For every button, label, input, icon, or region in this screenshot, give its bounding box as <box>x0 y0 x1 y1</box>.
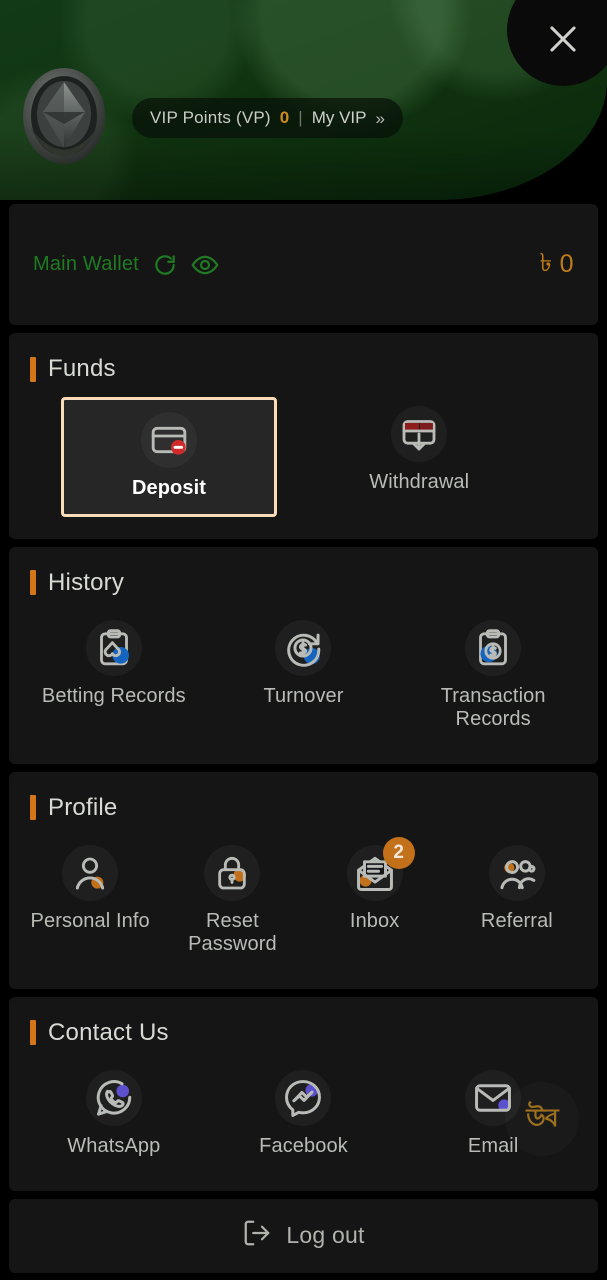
menu-item-label: Personal Info <box>30 909 150 932</box>
menu-item-label: Withdrawal <box>369 471 470 493</box>
close-icon <box>544 20 582 58</box>
menu-item-deposit[interactable]: Deposit <box>61 397 277 517</box>
main-wallet-panel: Main Wallet ৳ 0 <box>9 204 598 325</box>
chevron-right-icon: » <box>375 108 385 128</box>
section-funds: Funds Deposit Withdrawal <box>9 333 598 539</box>
menu-item-facebook[interactable]: Facebook <box>209 1061 399 1169</box>
section-history: History Betting Records Turnover Transactio… <box>9 546 598 764</box>
wallet-balance: ৳ 0 <box>540 243 574 286</box>
vip-separator: | <box>298 108 303 127</box>
menu-item-label: Inbox <box>349 909 400 932</box>
section-accent-bar <box>30 356 36 382</box>
section-title: Profile <box>48 793 118 821</box>
section-header: Funds <box>9 333 598 383</box>
logout-icon <box>242 1218 272 1253</box>
menu-item-betting-records[interactable]: Betting Records <box>19 611 209 742</box>
vip-points-pill[interactable]: VIP Points (VP) 0 | My VIP » <box>132 98 403 138</box>
card-minus-icon <box>141 412 197 468</box>
menu-item-label: Facebook <box>259 1134 348 1157</box>
whatsapp-icon <box>85 1069 142 1126</box>
menu-item-transaction-records[interactable]: Transaction Records <box>398 611 588 742</box>
users-group-icon <box>488 844 545 901</box>
card-download-icon <box>391 406 448 462</box>
menu-item-turnover[interactable]: Turnover <box>209 611 399 742</box>
section-grid: Personal Info Reset Password 2 Inbox Referra… <box>9 822 598 989</box>
notification-badge: 2 <box>382 836 415 869</box>
menu-item-whatsapp[interactable]: WhatsApp <box>19 1061 209 1169</box>
menu-item-label: Reset Password <box>188 909 277 956</box>
my-vip-link[interactable]: My VIP <box>312 108 367 128</box>
menu-item-inbox[interactable]: 2 Inbox <box>304 836 446 967</box>
section-accent-bar <box>30 795 36 821</box>
menu-item-label: WhatsApp <box>67 1134 161 1157</box>
vip-rank-emblem <box>19 62 109 170</box>
user-icon <box>62 844 119 901</box>
section-profile: Profile Personal Info Reset Password 2 Inbox… <box>9 771 598 989</box>
menu-item-withdrawal[interactable]: Withdrawal <box>277 397 562 517</box>
menu-item-label: Referral <box>480 909 553 932</box>
wallet-name: Main Wallet <box>33 253 139 275</box>
vip-points-value: 0 <box>279 108 290 127</box>
wallet-info: Main Wallet <box>33 251 219 279</box>
account-menu-screen: VIP Points (VP) 0 | My VIP » Main Wallet <box>0 0 607 1280</box>
menu-item-personal-info[interactable]: Personal Info <box>19 836 161 967</box>
sections-container: Funds Deposit Withdrawal History Betting Rec… <box>0 333 607 1191</box>
section-header: History <box>9 547 598 597</box>
logout-button[interactable]: Log out <box>9 1198 598 1273</box>
currency-symbol: ৳ <box>539 249 553 277</box>
section-contact-us: Contact Us WhatsApp Facebook Email <box>9 996 598 1191</box>
menu-item-label: Transaction Records <box>440 684 546 731</box>
section-header: Profile <box>9 772 598 822</box>
section-header: Contact Us <box>9 997 598 1047</box>
section-grid: Betting Records Turnover Transaction Recor… <box>9 597 598 764</box>
floating-widget-text: উব <box>526 1103 558 1132</box>
clipboard-spade-icon <box>85 619 142 676</box>
menu-item-label: Deposit <box>131 477 207 499</box>
eye-icon[interactable] <box>191 251 219 279</box>
menu-item-label: Turnover <box>263 684 344 707</box>
refresh-dollar-icon <box>275 619 332 676</box>
section-accent-bar <box>30 1020 36 1046</box>
lock-icon <box>204 844 261 901</box>
menu-item-label: Betting Records <box>41 684 186 707</box>
envelope-open-icon: 2 <box>346 836 415 901</box>
vip-points-label: VIP Points (VP) <box>150 108 271 127</box>
section-title: Contact Us <box>48 1018 169 1046</box>
section-grid: Deposit Withdrawal <box>9 383 598 539</box>
menu-item-reset-password[interactable]: Reset Password <box>161 836 303 967</box>
clipboard-dollar-icon <box>465 619 522 676</box>
section-title: Funds <box>48 355 116 382</box>
menu-item-referral[interactable]: Referral <box>446 836 588 967</box>
logout-label: Log out <box>286 1222 365 1249</box>
section-title: History <box>48 568 125 596</box>
refresh-icon[interactable] <box>152 252 178 278</box>
section-accent-bar <box>30 570 36 596</box>
profile-header: VIP Points (VP) 0 | My VIP » <box>0 0 607 200</box>
floating-chat-widget[interactable]: উব <box>505 1082 579 1156</box>
messenger-icon <box>275 1069 332 1126</box>
balance-amount: 0 <box>559 250 574 278</box>
bottom-spacer <box>0 1272 607 1280</box>
